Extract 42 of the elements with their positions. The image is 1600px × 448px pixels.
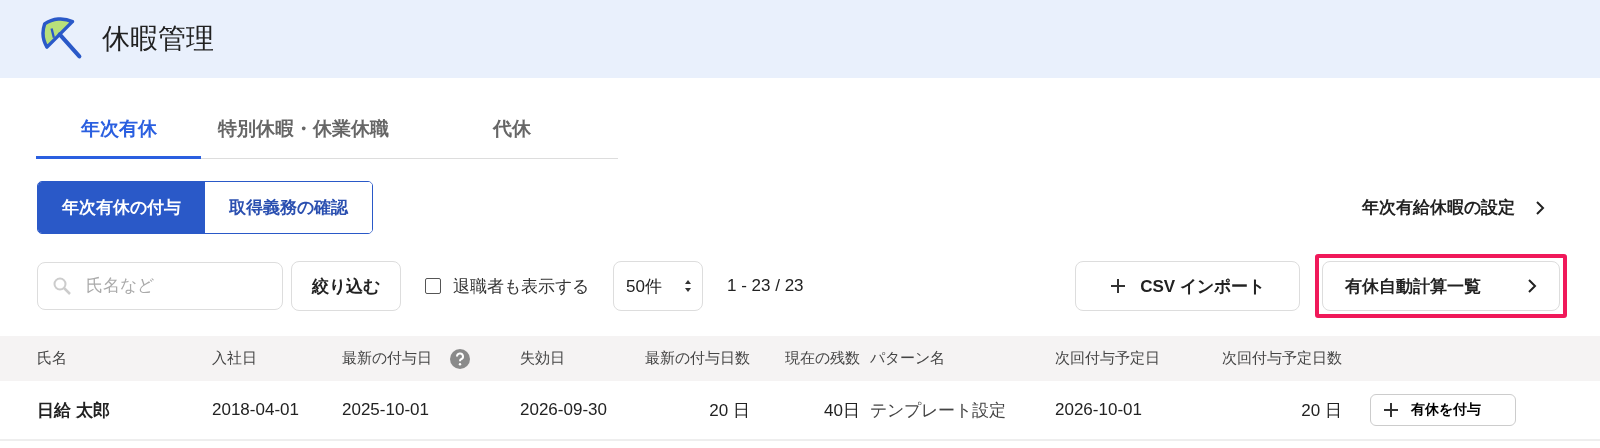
- table-cell: 2026-09-30: [520, 400, 607, 419]
- table-cell: 2018-04-01: [212, 400, 299, 419]
- checkbox[interactable]: [425, 278, 441, 294]
- sort-arrows-icon: [684, 279, 692, 293]
- table-cell: 日給 太郎: [37, 400, 110, 420]
- csv-import-button[interactable]: CSV インポート: [1075, 261, 1300, 311]
- plus-icon: [1110, 278, 1127, 294]
- umbrella-icon: [40, 17, 84, 61]
- column-header: 最新の付与日数: [645, 349, 750, 366]
- chevron-right-icon: [1535, 199, 1545, 216]
- segment-button[interactable]: 年次有休の付与: [38, 182, 205, 233]
- column-header: パターン名: [870, 349, 945, 366]
- help-icon[interactable]: [450, 348, 470, 369]
- column-header: 失効日: [520, 349, 565, 366]
- search-icon: [53, 277, 71, 295]
- tab[interactable]: 年次有休: [36, 104, 201, 159]
- plus-icon: [1383, 402, 1399, 418]
- tab[interactable]: 特別休暇・休業休職: [201, 104, 406, 159]
- auto-calc-list-button[interactable]: 有休自動計算一覧: [1322, 261, 1560, 311]
- tab[interactable]: 代休: [406, 104, 618, 159]
- filter-button[interactable]: 絞り込む: [291, 261, 401, 311]
- page-size-select[interactable]: 50件: [613, 261, 703, 311]
- chevron-right-icon: [1527, 278, 1537, 294]
- column-header: 入社日: [212, 349, 257, 366]
- table-cell: 2025-10-01: [342, 400, 429, 419]
- checkbox-label: 退職者も表示する: [453, 275, 589, 298]
- app-title: 休暇管理: [102, 22, 214, 56]
- result-count: 1 - 23 / 23: [727, 276, 804, 296]
- settings-link[interactable]: 年次有給休暇の設定: [1362, 196, 1545, 219]
- column-header: 次回付与予定日数: [1222, 349, 1342, 366]
- column-header: 次回付与予定日: [1055, 349, 1160, 366]
- table-cell: 40日: [824, 400, 860, 420]
- table-cell: 20 日: [709, 400, 750, 420]
- table-cell: 20 日: [1301, 400, 1342, 420]
- column-header: 最新の付与日: [342, 349, 432, 368]
- table-cell: テンプレート設定: [870, 400, 1006, 420]
- table-cell: 2026-10-01: [1055, 400, 1142, 419]
- column-header: 現在の残数: [785, 349, 860, 366]
- column-header: 氏名: [37, 349, 67, 366]
- search-field[interactable]: 氏名など: [37, 262, 283, 310]
- grant-leave-button[interactable]: 有休を付与: [1370, 394, 1516, 426]
- settings-link-label: 年次有給休暇の設定: [1362, 197, 1515, 219]
